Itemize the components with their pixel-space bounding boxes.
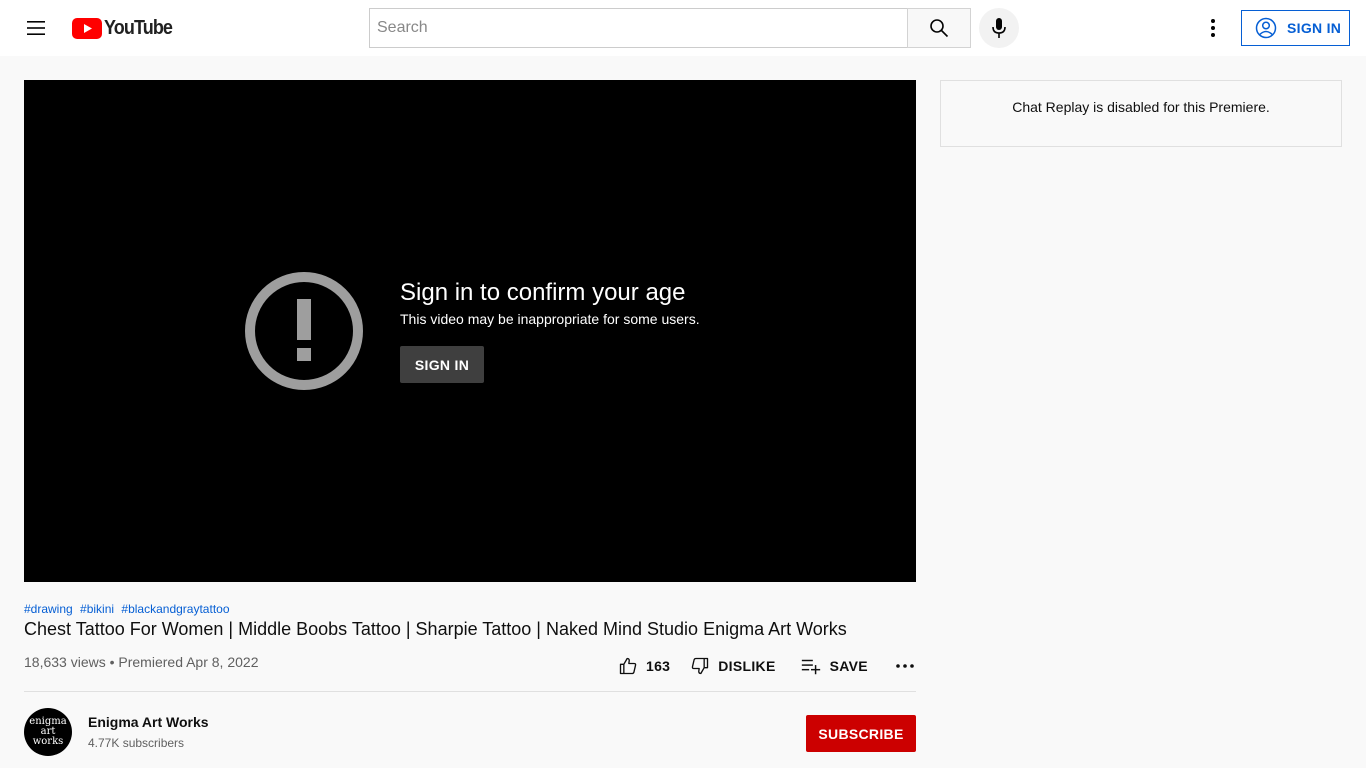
video-player[interactable]: Sign in to confirm your age This video m… [24, 80, 916, 582]
video-actions: 163 DISLIKE SAVE [612, 648, 920, 684]
avatar-text-line: works [32, 736, 64, 747]
hashtag-link[interactable]: #bikini [80, 602, 114, 616]
search-input[interactable] [377, 19, 901, 37]
channel-name[interactable]: Enigma Art Works [88, 714, 209, 730]
vertical-dots-icon [1211, 19, 1215, 37]
divider [24, 691, 916, 692]
search-button[interactable] [907, 8, 971, 48]
chat-replay-panel: Chat Replay is disabled for this Premier… [940, 80, 1342, 147]
youtube-logo[interactable]: YouTube [72, 16, 180, 40]
header-sign-in-button[interactable]: SIGN IN [1241, 10, 1350, 46]
settings-more-button[interactable] [1193, 8, 1233, 48]
subscribe-button[interactable]: SUBSCRIBE [806, 715, 916, 752]
hashtag-link[interactable]: #blackandgraytattoo [121, 602, 229, 616]
search-box[interactable] [369, 8, 908, 48]
dislike-button[interactable]: DISLIKE [684, 648, 781, 684]
logo-text: YouTube [104, 16, 173, 39]
chat-replay-message: Chat Replay is disabled for this Premier… [1012, 99, 1270, 115]
subscriber-count: 4.77K subscribers [88, 736, 185, 750]
hashtags: #drawing #bikini #blackandgraytattoo [24, 602, 234, 616]
save-label: SAVE [829, 658, 868, 674]
like-button[interactable]: 163 [612, 648, 676, 684]
more-actions-button[interactable] [890, 648, 920, 684]
age-gate-title: Sign in to confirm your age [400, 279, 686, 306]
age-gate-subtitle: This video may be inappropriate for some… [400, 311, 700, 327]
account-circle-icon [1255, 17, 1277, 39]
like-count: 163 [646, 658, 671, 674]
search-icon [930, 19, 949, 38]
video-title: Chest Tattoo For Women | Middle Boobs Ta… [24, 619, 847, 639]
header-sign-in-label: SIGN IN [1287, 20, 1342, 36]
exclamation-circle-icon [245, 272, 363, 390]
thumbs-up-icon [619, 657, 637, 675]
microphone-icon [992, 18, 1006, 38]
playlist-add-icon [801, 659, 820, 675]
voice-search-button[interactable] [979, 8, 1019, 48]
hamburger-menu-icon[interactable] [16, 8, 56, 48]
dislike-label: DISLIKE [718, 658, 776, 674]
hashtag-link[interactable]: #drawing [24, 602, 73, 616]
thumbs-down-icon [692, 657, 709, 675]
age-gate-sign-in-button[interactable]: SIGN IN [400, 346, 484, 383]
save-button[interactable]: SAVE [794, 648, 874, 684]
channel-avatar[interactable]: enigma art works [24, 708, 72, 756]
youtube-play-icon [72, 17, 102, 39]
video-view-info: 18,633 views • Premiered Apr 8, 2022 [24, 654, 259, 670]
masthead: YouTube SIGN IN [0, 0, 1366, 56]
horizontal-dots-icon [896, 664, 914, 668]
